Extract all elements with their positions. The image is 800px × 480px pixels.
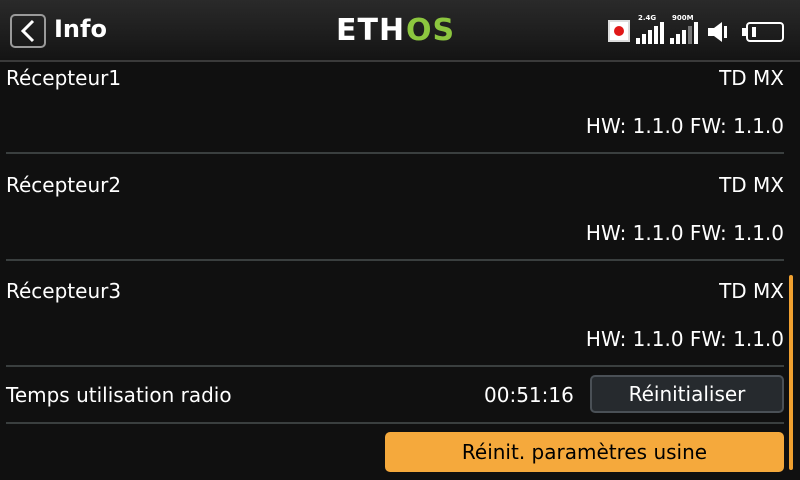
receiver-name: Récepteur1 (6, 66, 122, 90)
factory-reset-button[interactable]: Réinit. paramètres usine (385, 432, 784, 472)
battery-icon (742, 22, 784, 42)
back-button[interactable] (10, 14, 46, 48)
speaker-icon (706, 20, 730, 48)
status-area: 2.4G 900M (608, 14, 790, 50)
ethos-logo: ETH OS (336, 13, 462, 50)
reset-uptime-button[interactable]: Réinitialiser (590, 375, 784, 413)
top-bar: Info ETH OS 2.4G 900M (0, 0, 800, 62)
scrollbar[interactable] (789, 275, 793, 470)
receiver-row: Récepteur1 TD MX HW: 1.1.0 FW: 1.1.0 (6, 58, 784, 154)
page-title: Info (54, 15, 107, 43)
uptime-row: Temps utilisation radio 00:51:16 Réiniti… (6, 365, 784, 424)
receiver-versions: HW: 1.1.0 FW: 1.1.0 (585, 327, 784, 351)
uptime-label: Temps utilisation radio (6, 383, 232, 407)
receiver-row: Récepteur3 TD MX HW: 1.1.0 FW: 1.1.0 (6, 271, 784, 367)
svg-text:ETH: ETH (336, 14, 405, 46)
receiver-model: TD MX (719, 173, 784, 197)
record-icon (608, 20, 630, 42)
receiver-name: Récepteur3 (6, 279, 122, 303)
svg-text:OS: OS (406, 14, 455, 46)
uptime-value: 00:51:16 (484, 383, 574, 407)
receiver-row: Récepteur2 TD MX HW: 1.1.0 FW: 1.1.0 (6, 165, 784, 261)
receiver-name: Récepteur2 (6, 173, 122, 197)
receiver-model: TD MX (719, 279, 784, 303)
receiver-versions: HW: 1.1.0 FW: 1.1.0 (585, 221, 784, 245)
receiver-model: TD MX (719, 66, 784, 90)
receiver-versions: HW: 1.1.0 FW: 1.1.0 (585, 114, 784, 138)
back-icon (21, 19, 35, 43)
